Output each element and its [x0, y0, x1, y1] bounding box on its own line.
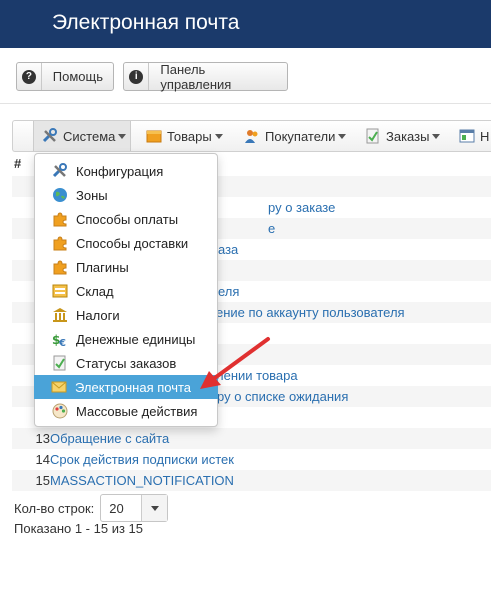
template-link[interactable]: ение по аккаунту пользователя [216, 305, 405, 320]
globe-icon [52, 187, 68, 203]
users-icon [244, 128, 260, 144]
dropdown-item-11[interactable]: Массовые действия [35, 399, 217, 423]
row-number: 15 [35, 473, 50, 488]
order-status-icon [52, 355, 68, 371]
dropdown-item-7[interactable]: Налоги [35, 303, 217, 327]
warehouse-icon [52, 283, 68, 299]
info-icon: i [124, 63, 150, 90]
dropdown-item-label: Статусы заказов [76, 355, 177, 371]
template-link[interactable]: е [268, 221, 275, 236]
dropdown-item-8[interactable]: $ € Денежные единицы [35, 327, 217, 351]
menu-customers[interactable]: Покупатели [244, 121, 347, 151]
dropdown-item-label: Массовые действия [76, 403, 198, 419]
puzzle-icon [52, 235, 68, 251]
toolbar: ? Помощь i Панель управления [0, 48, 491, 104]
svg-text:€: € [58, 338, 66, 347]
dropdown-item-1[interactable]: Конфигурация [35, 159, 217, 183]
question-icon: ? [17, 63, 42, 90]
dropdown-item-label: Склад [76, 283, 114, 299]
help-button[interactable]: ? Помощь [16, 62, 114, 91]
row-number: 14 [35, 452, 50, 467]
menu-orders-label: Заказы [386, 128, 430, 144]
template-link[interactable]: ру о заказе [268, 200, 335, 215]
header-bar: Электронная почта [0, 0, 491, 48]
template-link[interactable]: аза [218, 242, 238, 257]
menu-products[interactable]: Товары [146, 121, 223, 151]
menu-system[interactable]: Система [33, 121, 131, 151]
dropdown-item-label: Денежные единицы [76, 331, 196, 347]
template-link[interactable]: ру о списке ожидания [217, 389, 348, 404]
help-button-label: Помощь [52, 69, 103, 84]
dropdown-item-label: Способы доставки [76, 235, 189, 251]
control-panel-button-label: Панель управления [160, 61, 232, 92]
menu-customers-label: Покупатели [265, 128, 336, 144]
menu-more-label: Н [480, 128, 490, 144]
pagination-summary: Показано 1 - 15 из 15 [14, 521, 143, 536]
palette-icon [52, 403, 68, 419]
dropdown-item-3[interactable]: Способы оплаты [35, 207, 217, 231]
orders-icon [365, 128, 381, 144]
dropdown-item-6[interactable]: Склад [35, 279, 217, 303]
template-link[interactable]: MASSACTION_NOTIFICATION [50, 473, 234, 488]
menu-system-label: Система [63, 128, 116, 144]
table-row: 14 Срок действия подписки истек [12, 449, 491, 470]
chevron-down-icon[interactable] [141, 495, 168, 521]
currency-icon: $ € [52, 331, 68, 349]
rows-per-page-label: Кол-во строк: [14, 500, 95, 516]
tools-icon [42, 128, 58, 144]
window-icon [459, 128, 475, 144]
email-icon [51, 379, 67, 395]
template-link[interactable]: лении товара [216, 368, 298, 383]
main-menubar: Система Товары Покупатели Заказы Н [12, 120, 491, 152]
box-icon [146, 128, 162, 144]
system-dropdown-menu: Конфигурация Зоны Способы оплаты Способы до… [34, 153, 218, 427]
rows-per-page-value: 20 [109, 500, 124, 516]
row-number: 13 [35, 431, 50, 446]
template-link[interactable]: еля [218, 284, 239, 299]
dropdown-item-10[interactable]: Электронная почта [34, 375, 218, 399]
template-link[interactable]: Срок действия подписки истек [50, 452, 234, 467]
dropdown-item-5[interactable]: Плагины [35, 255, 217, 279]
dropdown-item-4[interactable]: Способы доставки [35, 231, 217, 255]
template-link[interactable]: Обращение с сайта [50, 431, 169, 446]
rows-per-page-select[interactable]: 20 [100, 494, 169, 522]
dropdown-item-label: Налоги [76, 307, 120, 323]
page-title: Электронная почта [52, 11, 240, 34]
puzzle-icon [52, 211, 68, 227]
control-panel-button[interactable]: i Панель управления [123, 61, 288, 92]
puzzle-icon [52, 259, 68, 275]
table-row: 13 Обращение с сайта [12, 428, 491, 449]
dropdown-item-label: Плагины [76, 259, 129, 275]
tools-icon [52, 163, 68, 179]
dropdown-item-label: Зоны [76, 187, 108, 203]
dropdown-item-9[interactable]: Статусы заказов [35, 351, 217, 375]
rows-per-page: Кол-во строк: 20 [14, 494, 169, 522]
dropdown-item-2[interactable]: Зоны [35, 183, 217, 207]
menu-more[interactable]: Н [459, 121, 489, 151]
dropdown-item-label: Электронная почта [75, 379, 192, 395]
tax-icon [52, 307, 68, 323]
menu-orders[interactable]: Заказы [365, 121, 441, 151]
table-row: 15 MASSACTION_NOTIFICATION [12, 470, 491, 491]
dropdown-item-label: Способы оплаты [76, 211, 179, 227]
dropdown-item-label: Конфигурация [76, 163, 164, 179]
menu-products-label: Товары [167, 128, 212, 144]
